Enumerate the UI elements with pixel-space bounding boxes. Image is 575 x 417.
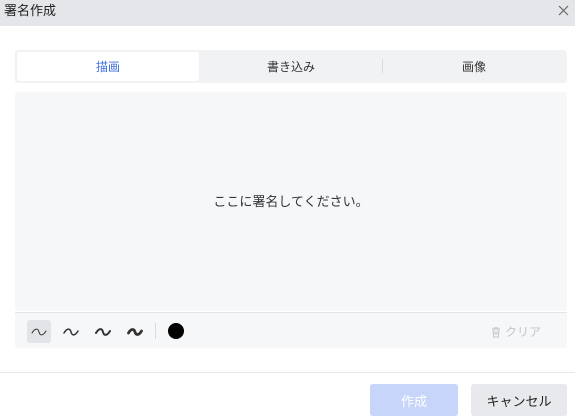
- stroke-extra-thick-icon: [127, 327, 143, 336]
- clear-button[interactable]: クリア: [490, 323, 541, 340]
- drawing-toolbar: クリア: [15, 312, 567, 348]
- cancel-button[interactable]: キャンセル: [471, 384, 567, 416]
- toolbar-divider: [155, 323, 156, 339]
- stroke-thick-icon: [95, 327, 111, 336]
- stroke-thin-button[interactable]: [27, 320, 51, 343]
- stroke-thin-icon: [31, 328, 47, 335]
- tab-type[interactable]: 書き込み: [200, 52, 382, 81]
- dialog-title: 署名作成: [4, 4, 57, 19]
- footer-divider: [0, 372, 575, 373]
- canvas-placeholder: ここに署名してください。: [213, 195, 369, 210]
- clear-label: クリア: [504, 325, 541, 339]
- stroke-thick-button[interactable]: [91, 320, 115, 343]
- dialog-titlebar: 署名作成: [0, 0, 575, 26]
- close-icon[interactable]: [555, 2, 571, 18]
- stroke-medium-icon: [63, 327, 79, 336]
- stroke-extra-thick-button[interactable]: [123, 320, 147, 343]
- pen-color-swatch[interactable]: [168, 323, 184, 339]
- signature-mode-tabs: 描画 書き込み 画像: [15, 50, 567, 83]
- tab-draw[interactable]: 描画: [17, 52, 199, 81]
- trash-icon: [491, 326, 500, 337]
- stroke-medium-button[interactable]: [59, 320, 83, 343]
- signature-canvas[interactable]: ここに署名してください。: [15, 92, 567, 311]
- tab-image[interactable]: 画像: [383, 52, 565, 81]
- create-button[interactable]: 作成: [370, 384, 458, 416]
